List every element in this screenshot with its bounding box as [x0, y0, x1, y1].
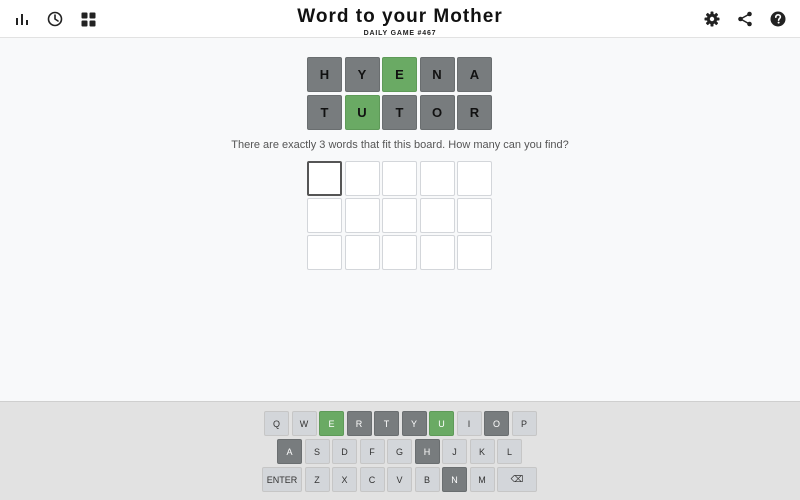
guess-tile[interactable]	[419, 161, 455, 196]
key-d[interactable]: D	[332, 439, 357, 464]
share-icon[interactable]	[734, 8, 756, 30]
guess-tile[interactable]	[382, 198, 417, 233]
key-f[interactable]: F	[359, 439, 385, 464]
instruction-text: There are exactly 3 words that fit this …	[231, 139, 569, 151]
clue-tile: O	[419, 95, 455, 130]
guess-tile[interactable]	[457, 235, 492, 270]
key-a[interactable]: A	[277, 439, 302, 464]
on-screen-keyboard: Q W E R T Y U I O P A S D F G H J K L EN…	[0, 401, 800, 500]
key-l[interactable]: L	[497, 439, 522, 464]
key-h[interactable]: H	[414, 439, 440, 464]
enter-key[interactable]: ENTER	[262, 467, 302, 492]
clue-tile: A	[457, 57, 492, 92]
key-k[interactable]: K	[469, 439, 495, 464]
key-u[interactable]: U	[429, 411, 454, 436]
key-j[interactable]: J	[442, 439, 467, 464]
page-title: Word to your Mother	[297, 6, 503, 27]
clue-row: T U T O R	[307, 95, 495, 131]
key-z[interactable]: Z	[304, 467, 330, 492]
key-s[interactable]: S	[304, 439, 330, 464]
guess-tile[interactable]	[344, 235, 380, 270]
clue-tile: H	[307, 57, 342, 92]
key-p[interactable]: P	[511, 411, 537, 436]
guess-tile[interactable]	[344, 198, 380, 233]
keyboard-row: ENTER Z X C V B N M ⌫	[262, 467, 540, 492]
guess-tile[interactable]	[457, 198, 492, 233]
clue-tile: Y	[344, 57, 380, 92]
guess-tile-active[interactable]	[307, 161, 342, 196]
guess-row	[307, 235, 495, 270]
help-icon[interactable]	[767, 8, 789, 30]
guess-tile[interactable]	[307, 198, 342, 233]
keyboard-row: A S D F G H J K L	[277, 439, 525, 464]
key-y[interactable]: Y	[401, 411, 427, 436]
key-i[interactable]: I	[456, 411, 482, 436]
title-block: Word to your Mother DAILY GAME #467	[0, 6, 800, 38]
key-r[interactable]: R	[346, 411, 372, 436]
guess-grid[interactable]	[307, 161, 495, 272]
guess-tile[interactable]	[382, 235, 417, 270]
key-n[interactable]: N	[442, 467, 467, 492]
key-b[interactable]: B	[414, 467, 440, 492]
key-x[interactable]: X	[332, 467, 357, 492]
backspace-key[interactable]: ⌫	[497, 467, 537, 492]
gear-icon[interactable]	[701, 8, 723, 30]
guess-tile[interactable]	[344, 161, 380, 196]
key-o[interactable]: O	[484, 411, 509, 436]
key-w[interactable]: W	[291, 411, 317, 436]
clue-board: H Y E N A T U T O R	[307, 57, 495, 133]
guess-tile[interactable]	[419, 235, 455, 270]
clue-tile: U	[344, 95, 380, 130]
clue-tile: T	[382, 95, 417, 130]
clue-tile: T	[307, 95, 342, 130]
guess-row	[307, 161, 495, 196]
key-e[interactable]: E	[319, 411, 344, 436]
keyboard-row: Q W E R T Y U I O P	[264, 411, 539, 436]
daily-game-label: DAILY GAME #467	[363, 30, 437, 37]
key-c[interactable]: C	[359, 467, 385, 492]
header-bar: Word to your Mother DAILY GAME #467	[0, 0, 800, 38]
key-q[interactable]: Q	[264, 411, 289, 436]
clue-row: H Y E N A	[307, 57, 495, 93]
guess-tile[interactable]	[307, 235, 342, 270]
guess-tile[interactable]	[382, 161, 417, 196]
clue-tile: R	[457, 95, 492, 130]
clue-tile: N	[419, 57, 455, 92]
key-v[interactable]: V	[387, 467, 412, 492]
key-m[interactable]: M	[469, 467, 495, 492]
key-g[interactable]: G	[387, 439, 412, 464]
key-t[interactable]: T	[374, 411, 399, 436]
guess-tile[interactable]	[457, 161, 492, 196]
guess-tile[interactable]	[419, 198, 455, 233]
guess-row	[307, 198, 495, 233]
clue-tile: E	[382, 57, 417, 92]
